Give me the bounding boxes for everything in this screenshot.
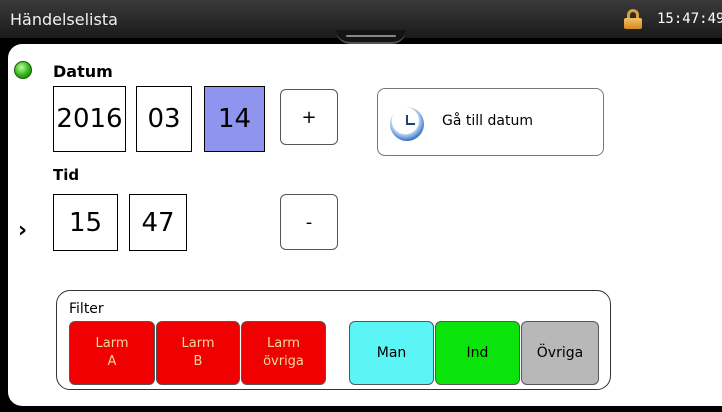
filter-button-line2: övriga	[263, 354, 304, 369]
filter-button-line1: Larm	[266, 336, 300, 351]
date-label: Datum	[53, 62, 113, 81]
pull-tab[interactable]	[336, 30, 406, 44]
chevron-right-icon: ›	[18, 218, 28, 243]
hour-field[interactable]: 15	[53, 194, 118, 251]
time-label: Tid	[53, 166, 80, 184]
clock-display: 15:47:49	[657, 11, 722, 27]
clock-icon	[390, 107, 424, 141]
day-field[interactable]: 14	[204, 86, 265, 152]
filter-ind-button[interactable]: Ind	[435, 321, 520, 385]
decrement-button[interactable]: -	[280, 194, 338, 250]
filter-button-line1: Larm	[181, 336, 215, 351]
filter-man-button[interactable]: Man	[349, 321, 434, 385]
status-indicator-icon	[14, 61, 32, 79]
filter-larm-ovriga-button[interactable]: Larm övriga	[241, 321, 326, 385]
filter-ovriga-button[interactable]: Övriga	[521, 321, 599, 385]
month-field[interactable]: 03	[136, 86, 192, 152]
filter-larm-a-button[interactable]: Larm A	[69, 321, 155, 385]
filter-panel: Filter Larm A Larm B Larm övriga Man Ind Öv…	[56, 290, 611, 390]
filter-larm-b-button[interactable]: Larm B	[156, 321, 240, 385]
filter-button-line2: A	[107, 354, 117, 369]
lock-icon[interactable]	[624, 9, 642, 29]
goto-date-button[interactable]: Gå till datum	[377, 88, 604, 156]
window-title: Händelselista	[10, 10, 118, 29]
title-bar: Händelselista 15:47:49	[0, 0, 722, 44]
year-field[interactable]: 2016	[53, 86, 126, 152]
minute-field[interactable]: 47	[129, 194, 187, 251]
filter-button-line2: B	[193, 354, 203, 369]
goto-date-label: Gå till datum	[442, 113, 533, 129]
filter-button-line1: Larm	[95, 336, 129, 351]
increment-button[interactable]: +	[280, 89, 338, 145]
filter-label: Filter	[69, 301, 104, 317]
